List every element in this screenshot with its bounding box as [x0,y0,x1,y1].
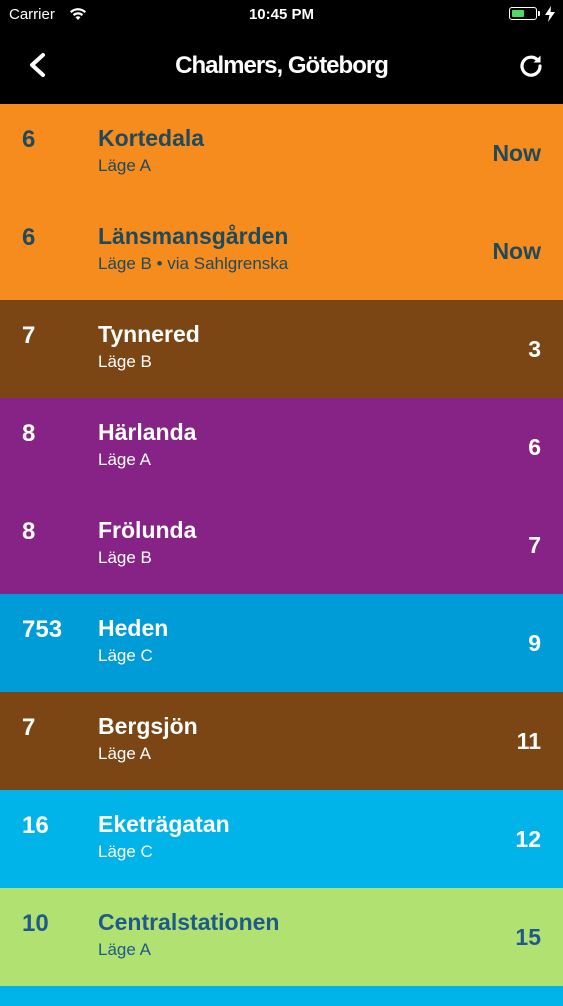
clock: 10:45 PM [248,6,315,23]
departure-time: 12 [515,826,541,852]
destination-label: Tynnered [98,321,200,347]
destination-label: Heden [98,615,169,641]
departure-time: Now [492,140,541,166]
stop-position-label: Läge C [98,842,153,861]
destination-label: Centralstationen [98,909,280,935]
stop-position-label: Läge C [98,646,153,665]
departure-row[interactable]: 10 Centralstationen Läge A 15 [0,888,563,986]
destination-label: Kortedala [98,125,205,151]
departure-row[interactable]: 8 Härlanda Läge A 6 [0,398,563,496]
stop-position-label: Läge A [98,156,151,175]
departure-row[interactable]: 6 Länsmansgården Läge B • via Sahlgrensk… [0,202,563,300]
line-number: 8 [22,518,36,545]
departure-row[interactable]: 7 Tynnered Läge B 3 [0,300,563,398]
partial-row [0,986,563,1006]
departure-list: 6 Kortedala Läge A Now 6 Länsmansgården … [0,104,563,1006]
refresh-icon[interactable] [517,52,545,80]
stop-position-label: Läge B [98,548,152,567]
departure-time: 11 [516,728,541,754]
departure-row[interactable]: 16 Eketrägatan Läge C 12 [0,790,563,888]
destination-label: Eketrägatan [98,811,230,837]
battery-level [512,10,524,17]
destination-label: Frölunda [98,517,197,543]
line-number: 8 [22,420,36,447]
status-bar: Carrier 10:45 PM [0,0,563,30]
departure-time: 9 [528,630,541,656]
line-number: 7 [22,714,36,741]
stop-position-label: Läge B • via Sahlgrenska [98,254,289,273]
departure-time: Now [492,238,541,264]
stop-position-label: Läge B [98,352,152,371]
line-number: 6 [22,126,36,153]
line-number: 6 [22,224,36,251]
departure-row[interactable]: 8 Frölunda Läge B 7 [0,496,563,594]
stop-position-label: Läge A [98,450,151,469]
departure-time: 7 [528,532,541,558]
line-number: 16 [22,812,49,839]
departure-time: 3 [528,336,541,362]
departure-time: 15 [515,924,541,950]
departure-row[interactable]: 6 Kortedala Läge A Now [0,104,563,202]
destination-label: Härlanda [98,419,197,445]
line-number: 10 [22,910,49,937]
stop-position-label: Läge A [98,744,151,763]
departure-row[interactable]: 753 Heden Läge C 9 [0,594,563,692]
battery-icon [509,7,540,20]
page-title: Chalmers, Göteborg [175,52,389,79]
departure-row[interactable]: 7 Bergsjön Läge A 11 [0,692,563,790]
navigation-bar: Chalmers, Göteborg [0,30,563,104]
stop-position-label: Läge A [98,940,151,959]
line-number: 753 [22,616,63,643]
destination-label: Länsmansgården [98,223,289,249]
destination-label: Bergsjön [98,713,198,739]
line-number: 7 [22,322,36,349]
charging-bolt-icon [545,6,555,22]
departure-time: 6 [528,434,541,460]
